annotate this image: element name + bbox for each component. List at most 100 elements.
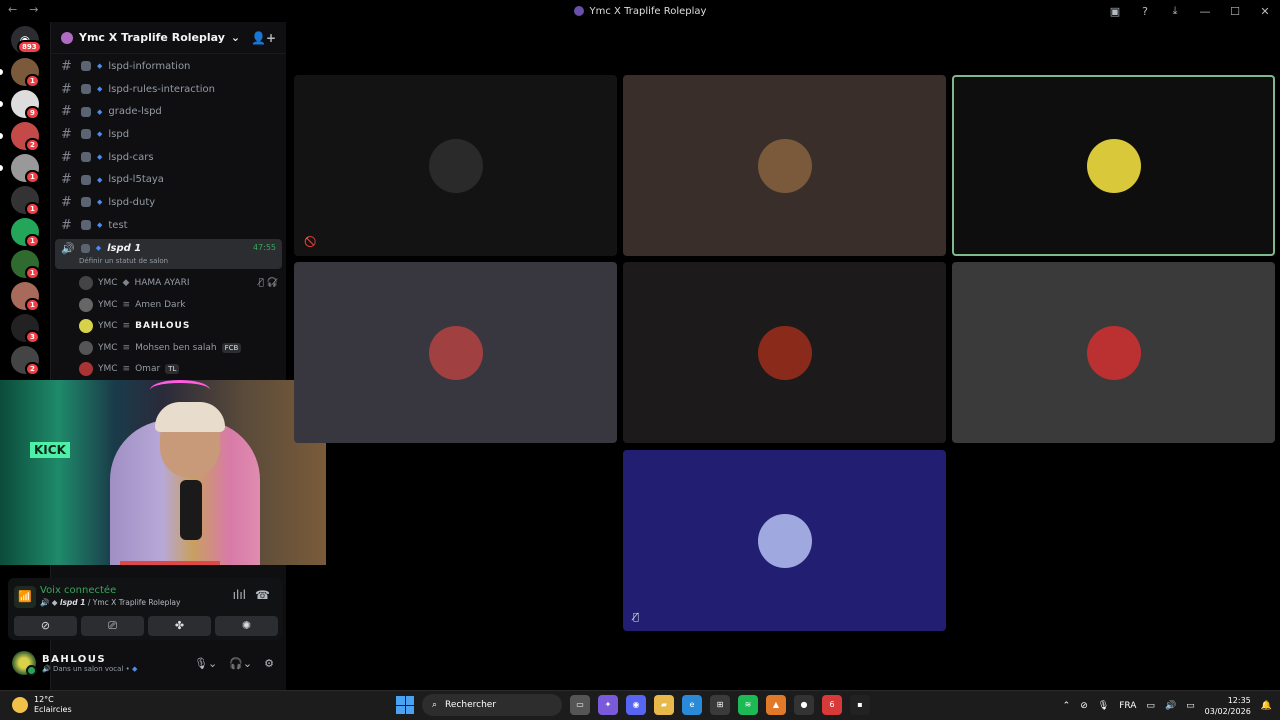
network-off-icon[interactable]: ⊘ xyxy=(1080,701,1088,711)
hash-icon: # xyxy=(61,194,72,210)
app-icon-orange[interactable]: ▲ xyxy=(766,695,786,715)
weather-widget[interactable]: 12°C Eclaircies xyxy=(12,695,72,715)
screen-share-button[interactable]: ⎚ xyxy=(81,616,144,636)
battery-icon[interactable]: ▭ xyxy=(1186,701,1195,711)
minimize-button[interactable]: — xyxy=(1190,5,1220,18)
voice-member[interactable]: YMC ◆ HAMA AYARI 🎙̸ 🎧̸ xyxy=(51,273,286,295)
soundboard-button[interactable]: ✺ xyxy=(215,616,278,636)
title-bar: ← → Ymc X Traplife Roleplay ▣ ? ⤓ — ☐ ✕ xyxy=(0,0,1280,22)
muted-icon: 🎙̸ xyxy=(633,612,640,623)
server-badge-9: 2 xyxy=(25,362,40,376)
video-tile[interactable]: 🚫 xyxy=(294,75,617,256)
video-tile[interactable] xyxy=(952,262,1275,443)
hash-icon: # xyxy=(61,81,72,97)
channel-lspd-cars[interactable]: # ◆ lspd-cars xyxy=(51,146,286,169)
copilot-icon[interactable]: ✦ xyxy=(598,695,618,715)
hash-icon: # xyxy=(61,172,72,188)
spotify-icon[interactable]: ≋ xyxy=(738,695,758,715)
voice-member[interactable]: YMC ≡ Mohsen ben salah FCB xyxy=(51,337,286,359)
video-tile[interactable] xyxy=(623,262,946,443)
back-icon[interactable]: ← xyxy=(8,3,17,16)
voice-member[interactable]: YMC ≡ Omar TL xyxy=(51,359,286,381)
app-icon-red[interactable]: 6 xyxy=(822,695,842,715)
help-icon[interactable]: ? xyxy=(1130,5,1160,18)
edge-icon[interactable]: e xyxy=(682,695,702,715)
participant-avatar xyxy=(428,325,483,380)
participant-avatar xyxy=(1086,325,1141,380)
activities-button[interactable]: ✤ xyxy=(148,616,211,636)
chevron-up-icon[interactable]: ⌃ xyxy=(1063,701,1071,711)
voice-channel-active[interactable]: 🔊 ◆ lspd 1 47:55 Définir un statut de sa… xyxy=(55,238,282,269)
diamond-icon: ◆ xyxy=(97,221,103,230)
channel-lspd[interactable]: # ◆ lspd xyxy=(51,123,286,146)
app-icon-dark[interactable]: ▪ xyxy=(850,695,870,715)
voice-location[interactable]: 🔊 ◆ lspd 1 / Ymc X Traplife Roleplay xyxy=(40,598,180,607)
role-icon xyxy=(80,243,90,253)
voice-connected-label[interactable]: Voix connectée xyxy=(40,585,116,596)
video-tile[interactable] xyxy=(623,75,946,256)
windows-start-icon[interactable] xyxy=(396,696,414,714)
channel-grade-lspd[interactable]: # ◆ grade-lspd xyxy=(51,100,286,123)
close-button[interactable]: ✕ xyxy=(1250,5,1280,18)
user-name: BAHLOUS xyxy=(42,653,107,665)
hash-icon: # xyxy=(61,217,72,233)
participant-avatar xyxy=(428,138,483,193)
video-tile[interactable] xyxy=(294,262,617,443)
member-tag: YMC xyxy=(98,342,118,353)
channel-lspd-duty[interactable]: # ◆ lspd-duty xyxy=(51,191,286,214)
settings-gear-icon[interactable]: ⚙ xyxy=(264,657,274,670)
inbox-icon[interactable]: ▣ xyxy=(1100,5,1130,18)
member-name: Amen Dark xyxy=(135,299,186,310)
headphones-icon[interactable]: 🎧⌄ xyxy=(229,657,252,670)
notifications-icon[interactable]: 🔔 xyxy=(1261,701,1272,711)
muted-icon: 🚫 xyxy=(304,237,317,248)
voice-member[interactable]: YMC ≡ BAHLOUS xyxy=(51,316,286,338)
language-indicator[interactable]: FRA xyxy=(1119,701,1136,711)
diamond-icon: ◆ xyxy=(97,198,103,207)
volume-icon[interactable]: 🔊 xyxy=(1165,701,1176,711)
video-tile[interactable]: 🎙̸ xyxy=(623,450,946,631)
channel-lspd-l5taya[interactable]: # ◆ lspd-l5taya xyxy=(51,168,286,191)
server-badge-5: 1 xyxy=(25,234,40,248)
window-controls: ▣ ? ⤓ — ☐ ✕ xyxy=(1100,0,1280,22)
channel-lspd-information[interactable]: # ◆ lspd-information xyxy=(51,55,286,78)
signal-icon[interactable]: 📶 xyxy=(14,586,36,608)
taskbar-search[interactable]: ⌕ Rechercher xyxy=(422,694,562,716)
channel-test[interactable]: # ◆ test xyxy=(51,214,286,237)
discord-taskbar-icon[interactable]: ◉ xyxy=(626,695,646,715)
channel-lspd-rules-interaction[interactable]: # ◆ lspd-rules-interaction xyxy=(51,78,286,101)
speaker-icon: 🔊 xyxy=(61,241,75,255)
network-icon[interactable]: ▭ xyxy=(1146,701,1155,711)
download-icon[interactable]: ⤓ xyxy=(1160,4,1190,18)
weather-icon xyxy=(12,697,28,713)
hash-icon: # xyxy=(61,149,72,165)
task-view-icon[interactable]: ▭ xyxy=(570,695,590,715)
noise-icon[interactable]: ılıl xyxy=(233,588,246,602)
user-status-text: Dans un salon vocal • xyxy=(52,664,130,673)
disconnect-icon[interactable]: ☎ xyxy=(255,588,270,602)
server-header[interactable]: Ymc X Traplife Roleplay ⌄ 👤+ xyxy=(51,22,286,54)
role-icon xyxy=(81,220,91,231)
obs-icon[interactable]: ● xyxy=(794,695,814,715)
camera-off-button[interactable]: ⊘ xyxy=(14,616,77,636)
channel-status[interactable]: Définir un statut de salon xyxy=(61,257,276,265)
voice-member[interactable]: YMC ≡ Amen Dark xyxy=(51,294,286,316)
maximize-button[interactable]: ☐ xyxy=(1220,5,1250,18)
store-icon[interactable]: ⊞ xyxy=(710,695,730,715)
clock-date: 03/02/2026 xyxy=(1204,707,1251,716)
video-tile[interactable] xyxy=(952,75,1275,256)
participant-avatar xyxy=(757,513,812,568)
user-avatar[interactable] xyxy=(12,651,37,676)
clock[interactable]: 12:35 03/02/2026 xyxy=(1205,695,1251,717)
participant-avatar xyxy=(1086,138,1141,193)
mic-icon[interactable]: 🎙⌄ xyxy=(194,657,217,670)
channel-name: lspd xyxy=(108,128,130,140)
member-separator-icon: ≡ xyxy=(122,364,131,375)
voice-timer: 47:55 xyxy=(252,242,276,252)
window-title: Ymc X Traplife Roleplay xyxy=(573,6,706,17)
invite-icon[interactable]: 👤+ xyxy=(251,31,276,45)
forward-icon[interactable]: → xyxy=(29,3,38,16)
hash-icon: # xyxy=(61,58,72,74)
mic-tray-icon[interactable]: 🎙 xyxy=(1098,701,1109,711)
file-explorer-icon[interactable]: ▰ xyxy=(654,695,674,715)
